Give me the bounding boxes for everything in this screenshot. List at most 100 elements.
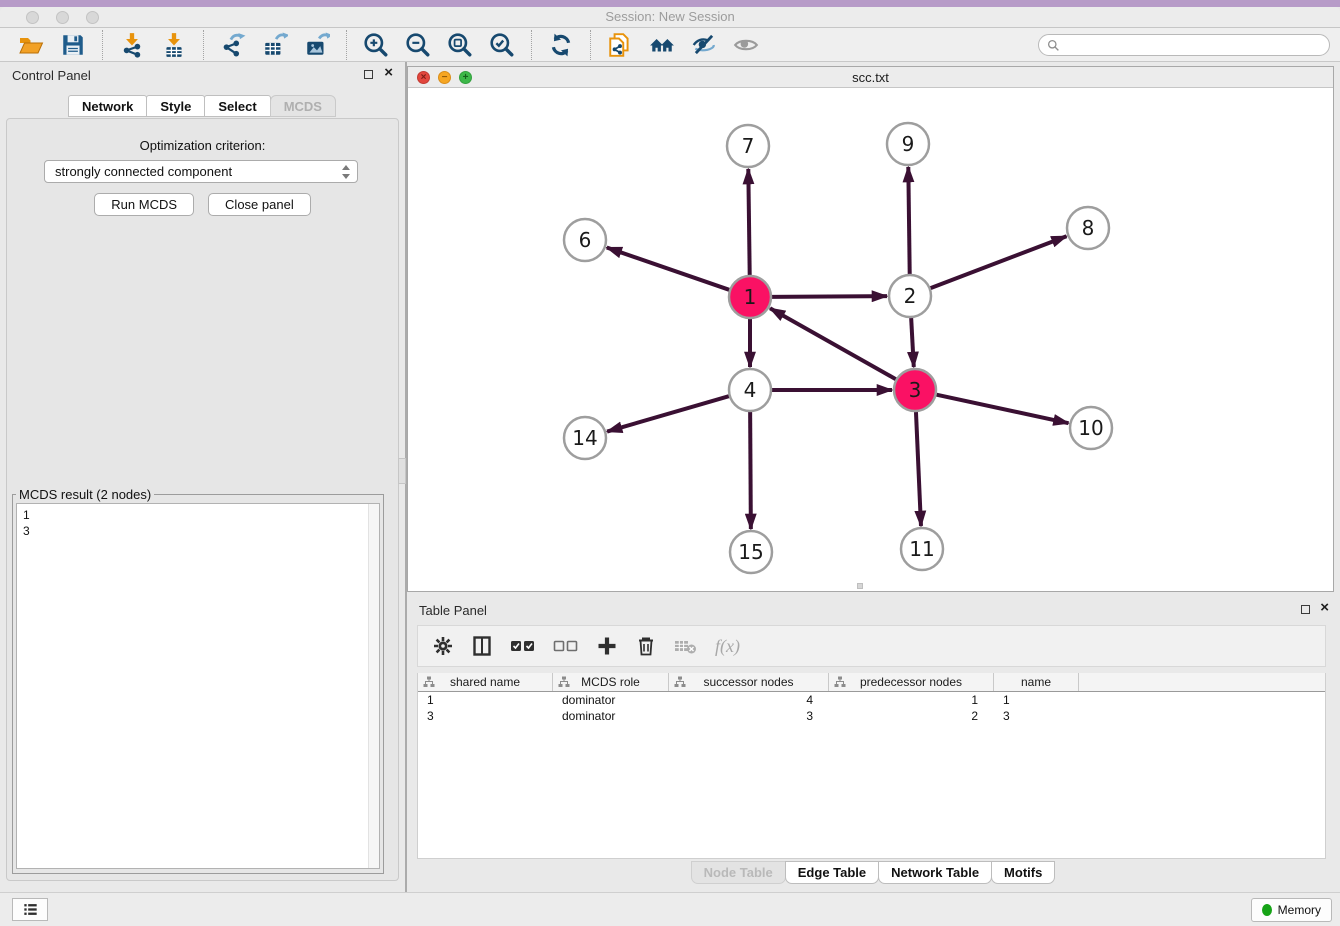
network-window-resize-handle[interactable]: [857, 583, 863, 589]
eye-icon[interactable]: [731, 31, 761, 59]
table-cell[interactable]: 3: [418, 708, 553, 724]
table-cell[interactable]: 2: [829, 708, 994, 724]
float-table-panel-icon[interactable]: [1301, 605, 1310, 614]
add-row-icon[interactable]: [596, 633, 618, 659]
table-cell[interactable]: 4: [669, 692, 829, 708]
export-table-icon[interactable]: [260, 31, 290, 59]
edge-3-11[interactable]: [916, 412, 921, 526]
dropdown-stepper-icon: [341, 164, 351, 180]
node-14[interactable]: 14: [564, 417, 606, 459]
node-6[interactable]: 6: [564, 219, 606, 261]
gear-icon[interactable]: [432, 633, 454, 659]
control-panel-title: Control Panel: [12, 68, 91, 83]
edge-1-2[interactable]: [772, 296, 887, 297]
node-3[interactable]: 3: [894, 369, 936, 411]
table-row[interactable]: 1dominator411: [418, 692, 1325, 708]
tab-style[interactable]: Style: [146, 95, 205, 117]
table-cell[interactable]: 1: [994, 692, 1079, 708]
edge-3-10[interactable]: [937, 395, 1069, 424]
zoom-selected-icon[interactable]: [487, 31, 517, 59]
eye-slash-icon[interactable]: [689, 31, 719, 59]
app-titlebar: Session: New Session: [0, 7, 1340, 28]
column-header-mcds-role[interactable]: MCDS role: [553, 673, 669, 691]
edge-4-14[interactable]: [607, 396, 729, 431]
memory-button[interactable]: Memory: [1251, 898, 1332, 922]
node-2[interactable]: 2: [889, 275, 931, 317]
export-network-icon[interactable]: [218, 31, 248, 59]
node-label: 15: [738, 540, 763, 564]
status-bar: Memory: [0, 892, 1340, 926]
network-canvas[interactable]: 7 9 6 8 1 2 4 3 14 10 15 11: [408, 88, 1333, 591]
node-7[interactable]: 7: [727, 125, 769, 167]
select-all-icon[interactable]: [510, 633, 536, 659]
refresh-icon[interactable]: [546, 31, 576, 59]
node-label: 4: [744, 378, 757, 402]
zoom-fit-icon[interactable]: [445, 31, 475, 59]
float-panel-icon[interactable]: [364, 70, 373, 79]
network-document-icon[interactable]: [605, 31, 635, 59]
node-label: 1: [744, 285, 757, 309]
edge-3-1[interactable]: [770, 308, 896, 379]
node-9[interactable]: 9: [887, 123, 929, 165]
node-10[interactable]: 10: [1070, 407, 1112, 449]
save-icon[interactable]: [58, 31, 88, 59]
node-11[interactable]: 11: [901, 528, 943, 570]
houses-icon[interactable]: [647, 31, 677, 59]
node-1[interactable]: 1: [729, 276, 771, 318]
unselect-all-icon[interactable]: [553, 633, 579, 659]
export-image-icon[interactable]: [302, 31, 332, 59]
zoom-in-icon[interactable]: [361, 31, 391, 59]
mcds-result-area[interactable]: 1 3: [16, 503, 380, 869]
function-builder-icon: f(x): [715, 633, 740, 659]
close-panel-button[interactable]: Close panel: [208, 193, 311, 216]
table-row[interactable]: 3dominator323: [418, 708, 1325, 724]
column-header-successor-nodes[interactable]: successor nodes: [669, 673, 829, 691]
tab-network-table[interactable]: Network Table: [878, 861, 992, 884]
edge-2-9[interactable]: [908, 167, 909, 274]
open-folder-icon[interactable]: [16, 31, 46, 59]
tab-mcds[interactable]: MCDS: [270, 95, 336, 117]
mcds-result-scrollbar[interactable]: [368, 504, 379, 868]
vertical-splitter-handle[interactable]: [398, 458, 406, 484]
tab-node-table[interactable]: Node Table: [691, 861, 786, 884]
run-mcds-button[interactable]: Run MCDS: [94, 193, 194, 216]
table-cell[interactable]: 1: [418, 692, 553, 708]
close-panel-icon[interactable]: ×: [384, 64, 393, 82]
delete-row-icon[interactable]: [635, 633, 657, 659]
edge-1-6[interactable]: [607, 248, 729, 290]
table-cell[interactable]: dominator: [553, 708, 669, 724]
node-label: 14: [572, 426, 597, 450]
table-cell[interactable]: 3: [669, 708, 829, 724]
table-cell[interactable]: 1: [829, 692, 994, 708]
column-header-predecessor-nodes[interactable]: predecessor nodes: [829, 673, 994, 691]
edge-1-7[interactable]: [748, 169, 749, 275]
tab-network[interactable]: Network: [68, 95, 147, 117]
node-4[interactable]: 4: [729, 369, 771, 411]
task-history-button[interactable]: [12, 898, 48, 921]
import-table-icon[interactable]: [159, 31, 189, 59]
tab-edge-table[interactable]: Edge Table: [785, 861, 879, 884]
close-table-panel-icon[interactable]: ×: [1320, 599, 1329, 617]
column-header-name[interactable]: name: [994, 673, 1079, 691]
tab-select[interactable]: Select: [204, 95, 270, 117]
node-15[interactable]: 15: [730, 531, 772, 573]
criterion-dropdown-value: strongly connected component: [55, 164, 341, 179]
toolbar-separator: [346, 30, 347, 60]
edge-2-8[interactable]: [931, 236, 1067, 288]
memory-label: Memory: [1278, 903, 1321, 917]
node-8[interactable]: 8: [1067, 207, 1109, 249]
table-cell[interactable]: dominator: [553, 692, 669, 708]
criterion-dropdown[interactable]: strongly connected component: [44, 160, 358, 183]
search-input[interactable]: [1065, 38, 1321, 52]
edge-2-3[interactable]: [911, 318, 914, 367]
network-graph: 7 9 6 8 1 2 4 3 14 10 15 11: [408, 88, 1333, 591]
tab-motifs[interactable]: Motifs: [991, 861, 1055, 884]
column-header-shared-name[interactable]: shared name: [418, 673, 553, 691]
table-cell[interactable]: 3: [994, 708, 1079, 724]
column-view-icon[interactable]: [471, 633, 493, 659]
toolbar-separator: [531, 30, 532, 60]
import-network-icon[interactable]: [117, 31, 147, 59]
search-box[interactable]: [1038, 34, 1330, 56]
zoom-out-icon[interactable]: [403, 31, 433, 59]
edge-4-15[interactable]: [750, 412, 751, 529]
